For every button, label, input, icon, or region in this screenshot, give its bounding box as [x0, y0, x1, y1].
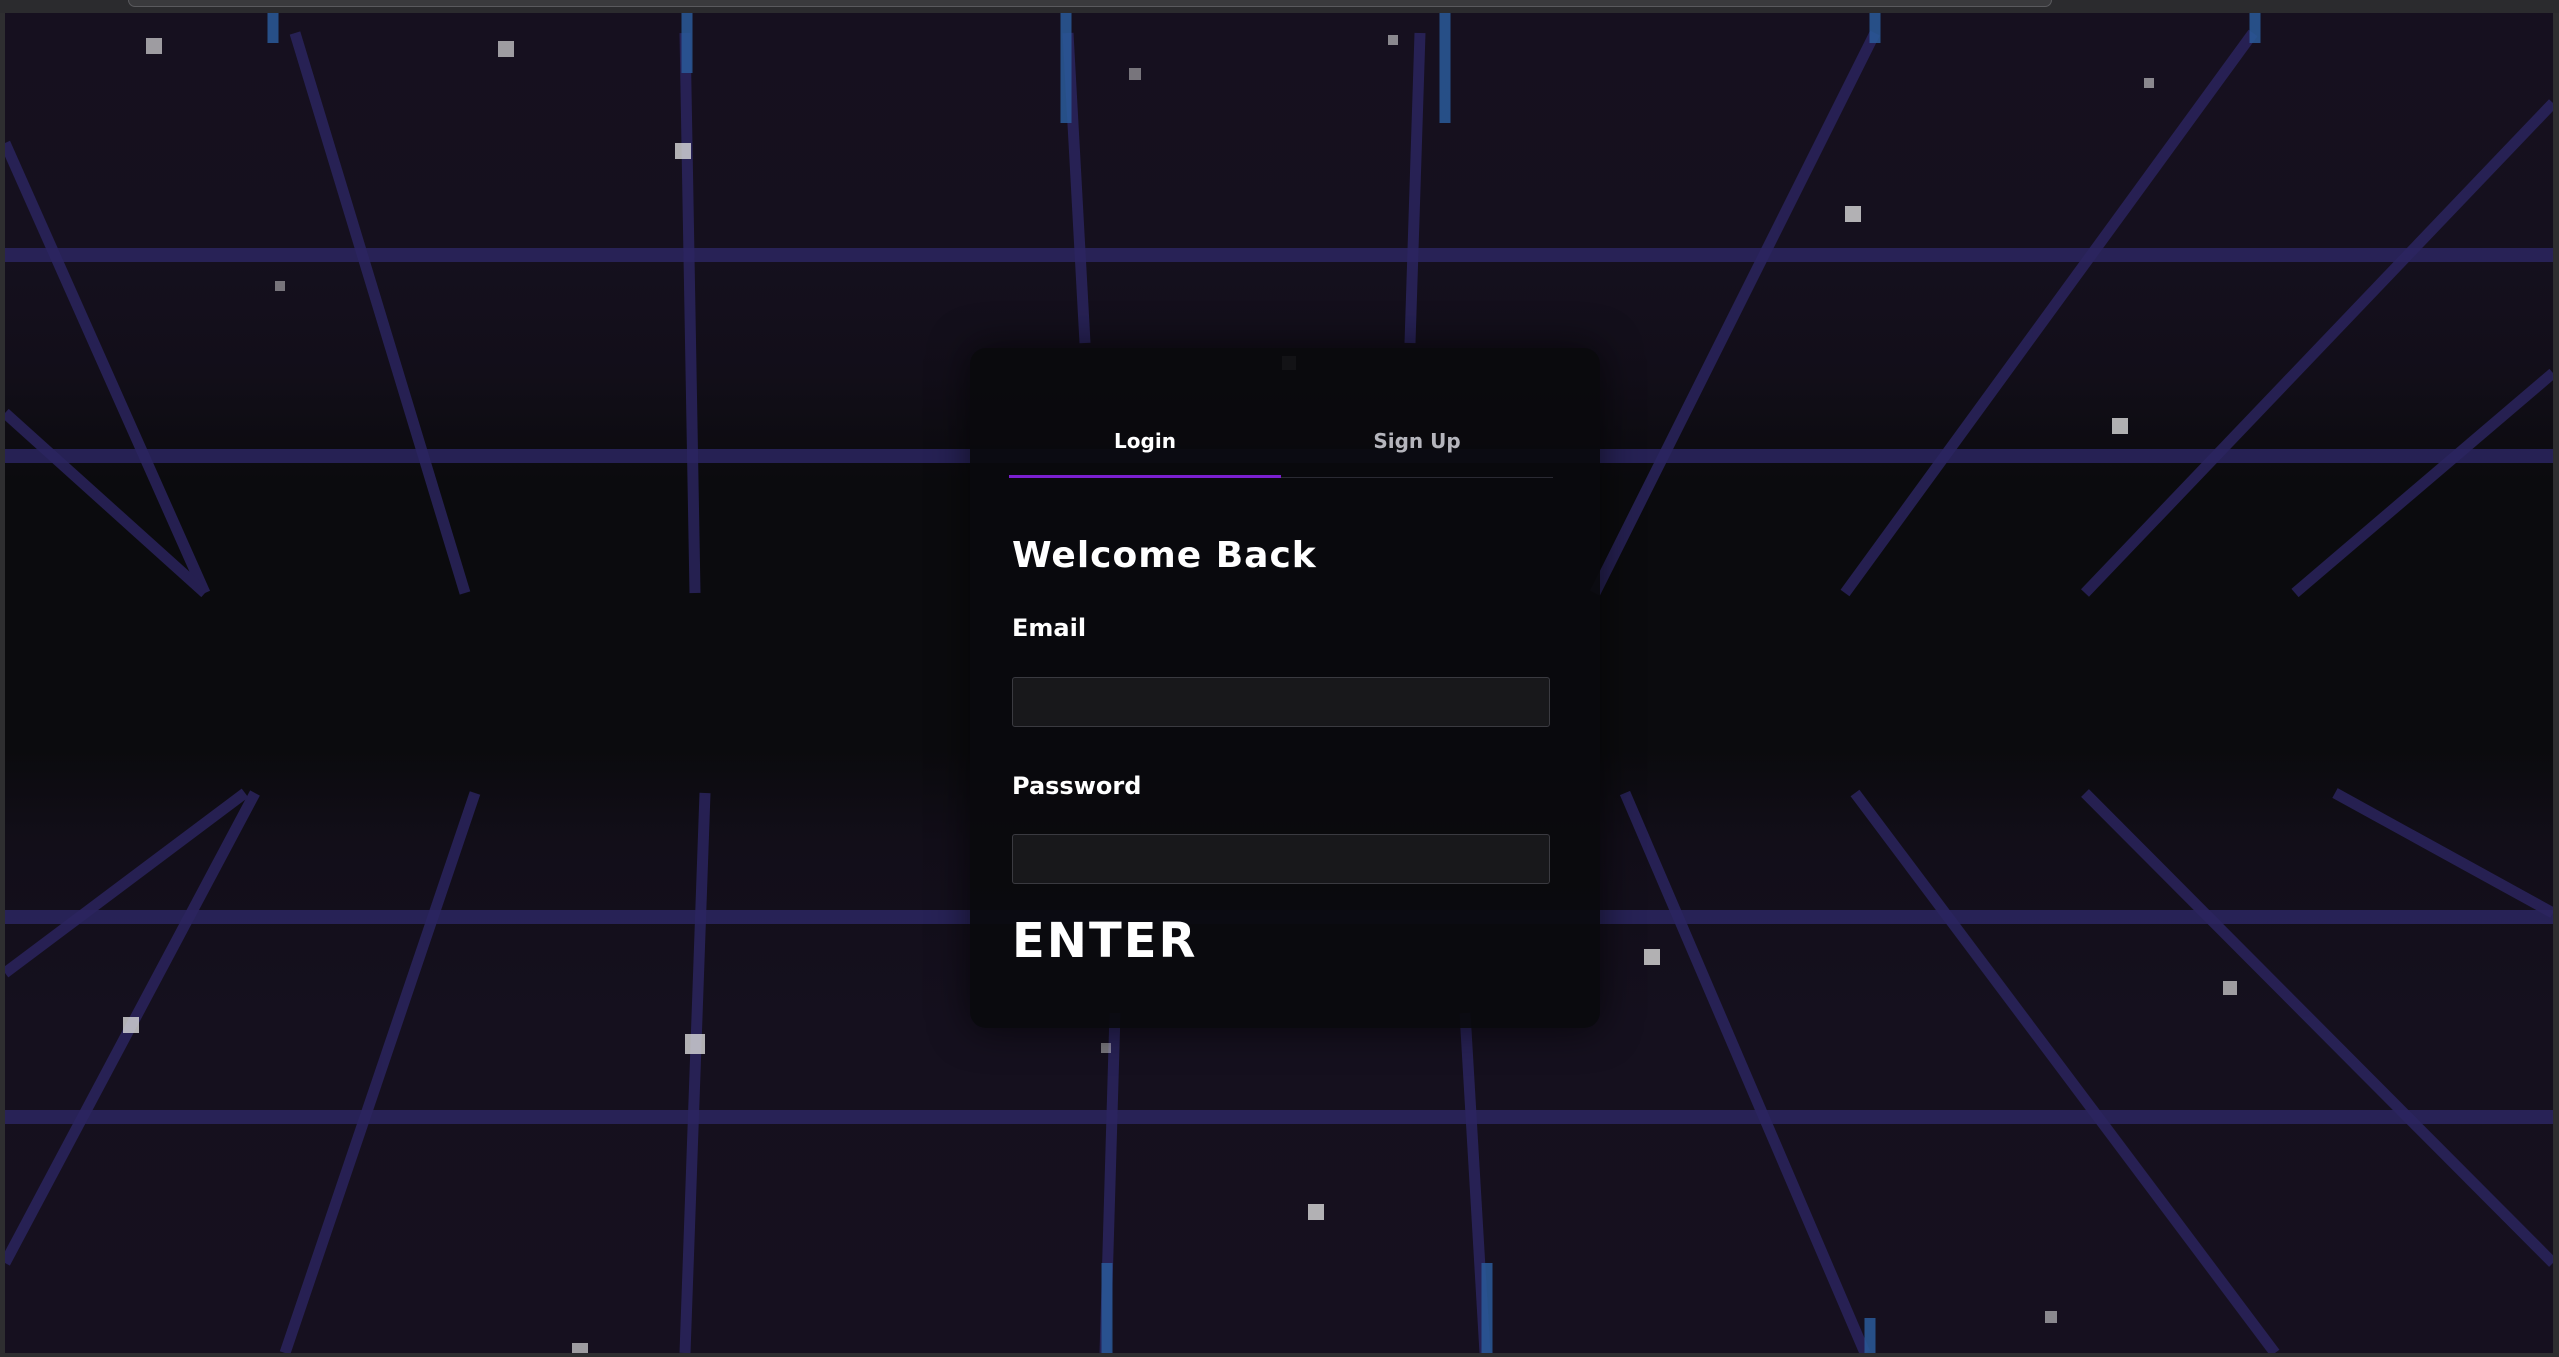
enter-button[interactable]: ENTER: [1012, 913, 1197, 969]
auth-card: Login Sign Up Welcome Back Email Passwor…: [970, 348, 1600, 1028]
tab-login[interactable]: Login: [1009, 426, 1281, 478]
password-field[interactable]: [1012, 834, 1550, 884]
password-label: Password: [1012, 772, 1142, 800]
page-title: Welcome Back: [1012, 535, 1317, 576]
email-label: Email: [1012, 614, 1087, 642]
browser-top-bar: [0, 0, 2559, 13]
auth-tabs: Login Sign Up: [1009, 348, 1553, 478]
tab-signup[interactable]: Sign Up: [1281, 426, 1553, 477]
page-viewport: Login Sign Up Welcome Back Email Passwor…: [5, 13, 2553, 1353]
email-field[interactable]: [1012, 677, 1550, 727]
browser-tab-strip: [128, 0, 2052, 7]
browser-bottom-edge: [0, 1353, 2559, 1357]
